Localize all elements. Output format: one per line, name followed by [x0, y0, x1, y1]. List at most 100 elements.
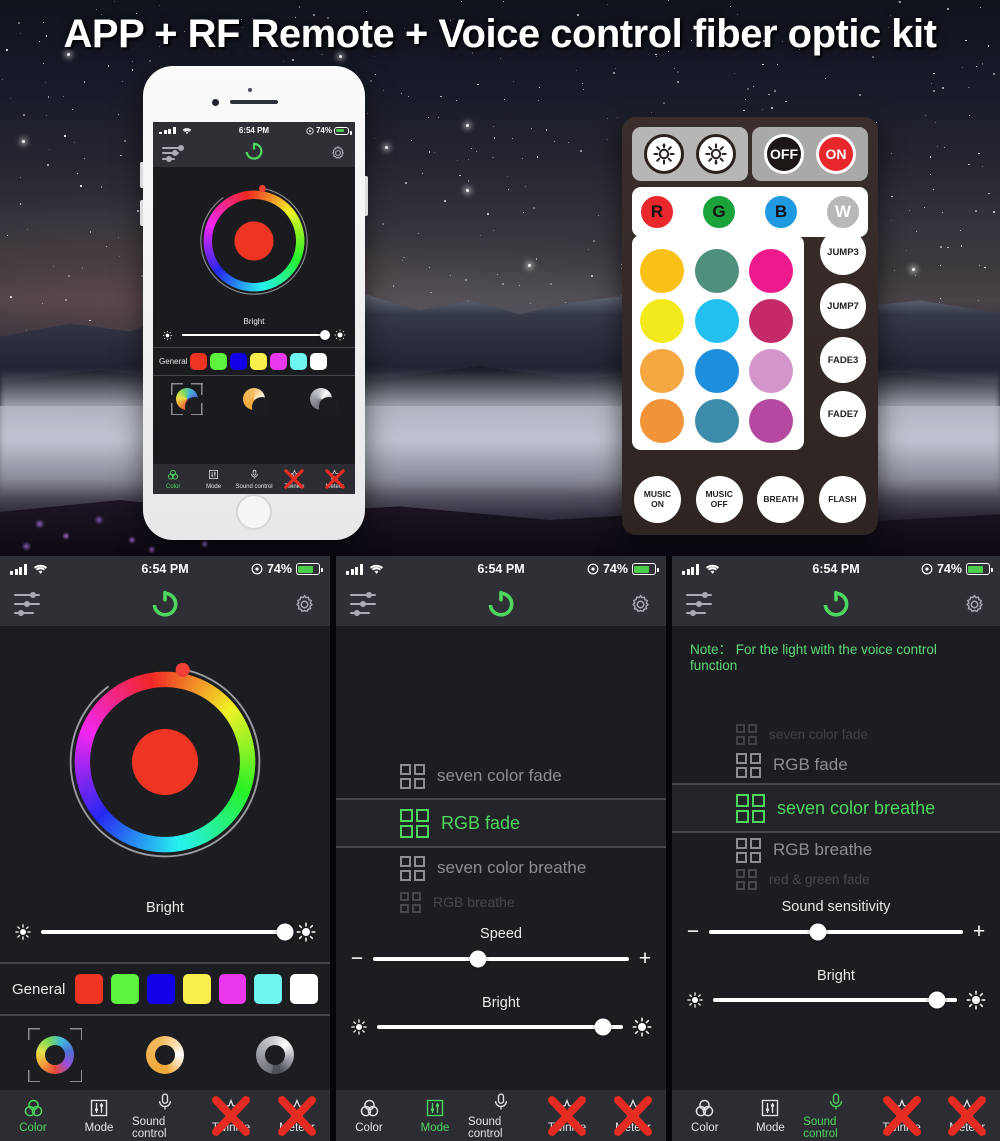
- remote-color-crimson-button[interactable]: [749, 299, 793, 343]
- tab-meteor[interactable]: Meteor: [264, 1097, 330, 1134]
- remote-color-yellow-button[interactable]: [640, 299, 684, 343]
- speed-slider-knob[interactable]: [469, 950, 486, 967]
- color-wheel[interactable]: [47, 644, 283, 880]
- swatch-yellow[interactable]: [250, 353, 267, 370]
- remote-color-orange-light-button[interactable]: [640, 349, 684, 393]
- menu-icon[interactable]: [686, 594, 712, 614]
- warm-white-ring-preset[interactable]: [138, 1028, 192, 1082]
- mode-item-seven-color-breathe[interactable]: seven color breathe: [336, 848, 666, 888]
- remote-color-pink-button[interactable]: [749, 249, 793, 293]
- swatch-cyan[interactable]: [254, 974, 282, 1004]
- mode-item-seven-color-breathe[interactable]: seven color breathe: [672, 785, 1000, 831]
- sensitivity-slider-knob[interactable]: [810, 923, 827, 940]
- hue-handle[interactable]: [176, 663, 190, 677]
- bright-slider-track[interactable]: [713, 998, 957, 1002]
- remote-jump7-button[interactable]: JUMP7: [820, 283, 866, 329]
- tab-twinkle[interactable]: Twinkle: [534, 1097, 600, 1134]
- swatch-blue[interactable]: [230, 353, 247, 370]
- tab-mode[interactable]: Mode: [66, 1097, 132, 1134]
- bright-slider-knob[interactable]: [595, 1019, 612, 1036]
- remote-music-on-button[interactable]: MUSIC ON: [634, 476, 681, 523]
- power-toggle-button[interactable]: [820, 586, 852, 623]
- remote-color-steel-blue-button[interactable]: [695, 399, 739, 443]
- mode-item-seven-color-fade[interactable]: seven color fade: [336, 754, 666, 798]
- bright-slider-knob[interactable]: [929, 992, 946, 1009]
- gear-icon[interactable]: [963, 593, 986, 616]
- tab-color[interactable]: Color: [672, 1097, 738, 1134]
- swatch-white[interactable]: [310, 353, 327, 370]
- remote-color-lilac-button[interactable]: [749, 349, 793, 393]
- remote-brightness-up-button[interactable]: [644, 134, 684, 174]
- remote-color-amber-button[interactable]: [640, 249, 684, 293]
- sensitivity-minus-button[interactable]: −: [686, 921, 700, 942]
- power-toggle-button[interactable]: [485, 586, 517, 623]
- tab-color[interactable]: Color: [336, 1097, 402, 1134]
- gear-icon[interactable]: [293, 593, 316, 616]
- remote-w-button[interactable]: W: [824, 193, 862, 231]
- gear-icon[interactable]: [330, 145, 346, 161]
- tab-sound-control[interactable]: Sound control: [468, 1091, 534, 1140]
- tab-mode[interactable]: Mode: [402, 1097, 468, 1134]
- tab-mode[interactable]: Mode: [738, 1097, 804, 1134]
- tab-twinkle[interactable]: Twinkle: [198, 1097, 264, 1134]
- rgb-ring-preset[interactable]: [171, 383, 203, 415]
- phone-home-button[interactable]: [236, 494, 272, 530]
- swatch-yellow[interactable]: [183, 974, 211, 1004]
- swatch-magenta[interactable]: [270, 353, 287, 370]
- color-wheel[interactable]: [184, 171, 324, 311]
- tab-meteor[interactable]: Meteor: [600, 1097, 666, 1134]
- mode-item-seven-color-fade[interactable]: seven color fade: [672, 721, 1000, 747]
- mode-item-rgb-fade[interactable]: RGB fade: [672, 747, 1000, 783]
- tab-twinkle[interactable]: Twinkle: [274, 469, 314, 490]
- remote-g-button[interactable]: G: [700, 193, 738, 231]
- remote-color-teal-button[interactable]: [695, 249, 739, 293]
- remote-color-blue-button[interactable]: [695, 349, 739, 393]
- tab-meteor[interactable]: Meteor: [315, 469, 355, 490]
- remote-music-off-button[interactable]: MUSIC OFF: [696, 476, 743, 523]
- cool-white-ring-preset[interactable]: [305, 383, 337, 415]
- menu-icon[interactable]: [162, 147, 179, 160]
- remote-color-purple-button[interactable]: [749, 399, 793, 443]
- remote-fade3-button[interactable]: FADE3: [820, 337, 866, 383]
- tab-color[interactable]: Color: [153, 469, 193, 490]
- remote-color-orange-button[interactable]: [640, 399, 684, 443]
- sensitivity-plus-button[interactable]: +: [972, 921, 986, 942]
- mode-item-rgb-breathe[interactable]: RGB breathe: [672, 833, 1000, 867]
- swatch-green[interactable]: [111, 974, 139, 1004]
- bright-slider-track[interactable]: [377, 1025, 623, 1029]
- remote-off-button[interactable]: OFF: [764, 134, 804, 174]
- swatch-white[interactable]: [290, 974, 318, 1004]
- power-toggle-button[interactable]: [149, 586, 181, 623]
- speed-slider-track[interactable]: [373, 957, 629, 961]
- menu-icon[interactable]: [14, 594, 40, 614]
- swatch-green[interactable]: [210, 353, 227, 370]
- bright-slider-knob[interactable]: [276, 924, 293, 941]
- bright-slider-track[interactable]: [41, 930, 287, 934]
- tab-color[interactable]: Color: [0, 1097, 66, 1134]
- mode-item-rgb-breathe[interactable]: RGB breathe: [336, 888, 666, 916]
- mode-item-red-green-fade[interactable]: red & green fade: [672, 867, 1000, 891]
- phone-bright-slider[interactable]: Bright: [153, 315, 355, 347]
- swatch-cyan[interactable]: [290, 353, 307, 370]
- remote-brightness-down-button[interactable]: [696, 134, 736, 174]
- swatch-red[interactable]: [75, 974, 103, 1004]
- speed-minus-button[interactable]: −: [350, 948, 364, 969]
- tab-twinkle[interactable]: Twinkle: [869, 1097, 935, 1134]
- sensitivity-slider-track[interactable]: [709, 930, 963, 934]
- remote-jump3-button[interactable]: JUMP3: [820, 229, 866, 275]
- menu-icon[interactable]: [350, 594, 376, 614]
- power-toggle-button[interactable]: [244, 140, 265, 166]
- swatch-red[interactable]: [190, 353, 207, 370]
- tab-sound-control[interactable]: Sound control: [132, 1091, 198, 1140]
- mode-item-rgb-fade[interactable]: RGB fade: [336, 800, 666, 846]
- tab-sound-control[interactable]: Sound control: [803, 1091, 869, 1140]
- tab-meteor[interactable]: Meteor: [934, 1097, 1000, 1134]
- swatch-magenta[interactable]: [219, 974, 247, 1004]
- gear-icon[interactable]: [629, 593, 652, 616]
- cool-white-ring-preset[interactable]: [248, 1028, 302, 1082]
- warm-white-ring-preset[interactable]: [238, 383, 270, 415]
- remote-color-cyan-button[interactable]: [695, 299, 739, 343]
- remote-b-button[interactable]: B: [762, 193, 800, 231]
- remote-on-button[interactable]: ON: [816, 134, 856, 174]
- tab-mode[interactable]: Mode: [193, 469, 233, 490]
